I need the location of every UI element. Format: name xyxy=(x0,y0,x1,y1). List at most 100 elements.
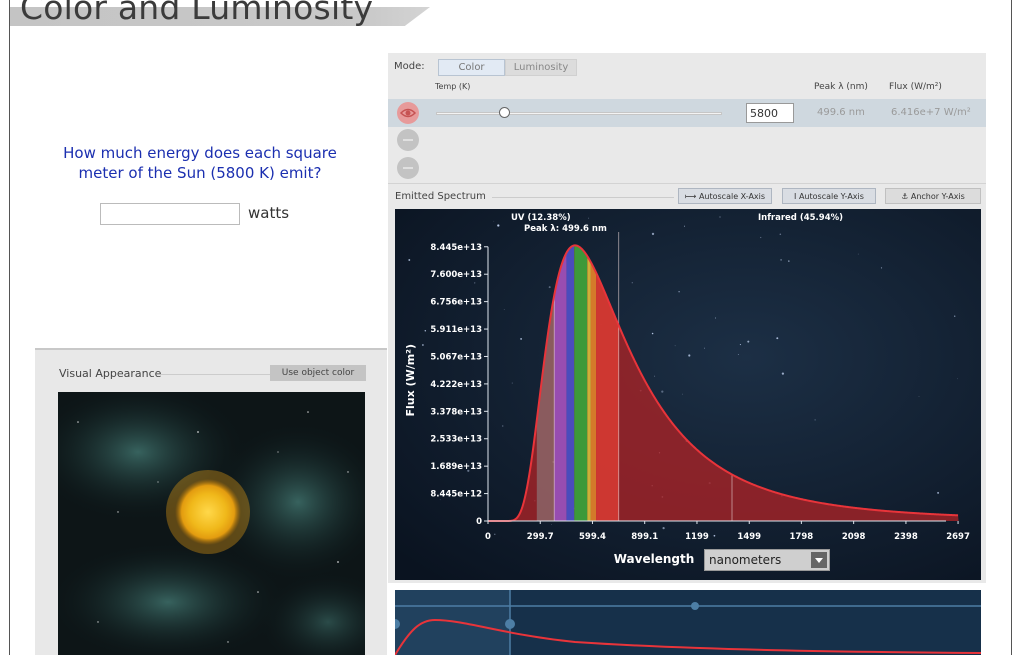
visibility-toggle[interactable] xyxy=(397,102,419,124)
answer-input[interactable] xyxy=(100,203,240,225)
background-star xyxy=(814,419,816,421)
y-tick-label: 4.222e+13 xyxy=(430,380,482,390)
background-star xyxy=(674,345,676,347)
x-tick-label: 2398 xyxy=(894,532,918,542)
autoscale-x-button[interactable]: ⟼ Autoscale X-Axis xyxy=(678,188,772,204)
answer-unit-label: watts xyxy=(248,204,290,222)
visual-appearance-panel: Visual Appearance Use object color xyxy=(35,348,387,655)
visible-band-3 xyxy=(587,256,591,521)
flux-column-header: Flux (W/m²) xyxy=(889,82,942,92)
visual-appearance-title: Visual Appearance xyxy=(59,367,162,380)
background-star xyxy=(520,337,523,340)
background-star xyxy=(497,224,500,227)
background-star xyxy=(713,534,716,537)
background-star xyxy=(548,286,551,289)
x-tick-label: 1798 xyxy=(790,532,814,542)
background-star xyxy=(502,425,504,427)
background-star xyxy=(494,533,496,535)
wavelength-unit-select[interactable]: nanometers xyxy=(704,549,830,571)
background-star xyxy=(704,347,705,349)
visible-band-1 xyxy=(566,245,575,522)
eye-icon xyxy=(399,108,417,118)
background-star xyxy=(857,253,859,255)
mode-luminosity-button[interactable]: Luminosity xyxy=(505,59,577,76)
star-visualization xyxy=(58,392,365,655)
spectrum-chart[interactable]: 0 8.445e+12 1.689e+13 2.533e+13 3.378e+13 4.2… xyxy=(395,209,981,580)
star-row: 499.6 nm 6.416e+7 W/m² xyxy=(388,99,986,127)
temp-column-header: Temp (K) xyxy=(435,82,471,91)
y-tick-label: 3.378e+13 xyxy=(430,407,482,417)
background-star xyxy=(503,308,505,310)
y-tick-label: 8.445e+12 xyxy=(430,490,482,500)
y-tick-label: 0 xyxy=(476,517,482,527)
overview-handle[interactable] xyxy=(691,602,699,610)
background-star xyxy=(760,236,762,239)
background-star xyxy=(511,382,513,384)
unit-select-value: nanometers xyxy=(709,553,782,567)
y-axis-title: Flux (W/m²) xyxy=(404,344,417,417)
background-star xyxy=(631,282,633,284)
divider xyxy=(492,197,674,198)
background-star xyxy=(719,216,721,218)
background-star xyxy=(683,225,686,227)
background-star xyxy=(651,232,655,236)
background-star xyxy=(493,220,495,222)
background-star xyxy=(408,259,411,261)
background-star xyxy=(473,282,476,284)
question-text: How much energy does each square meter o… xyxy=(63,144,337,182)
star-sphere xyxy=(175,479,241,545)
visible-band-4 xyxy=(590,262,597,521)
y-tick-label: 5.067e+13 xyxy=(430,352,482,362)
autoscale-y-button[interactable]: Ⅰ Autoscale Y-Axis xyxy=(782,188,876,204)
minus-icon xyxy=(403,167,413,169)
spectrum-overview-chart[interactable] xyxy=(395,590,981,655)
visible-band-2 xyxy=(574,245,588,521)
anchor-y-button[interactable]: ⚓ Anchor Y-Axis xyxy=(885,188,981,204)
background-star xyxy=(715,317,717,319)
background-star xyxy=(954,315,956,317)
y-tick-label: 1.689e+13 xyxy=(430,462,482,472)
x-tick-label: 2098 xyxy=(842,532,866,542)
y-tick-label: 2.533e+13 xyxy=(430,435,482,445)
background-star xyxy=(937,491,940,494)
overview-handle[interactable] xyxy=(505,619,515,629)
temperature-input[interactable] xyxy=(746,103,794,123)
background-star xyxy=(956,378,958,380)
chevron-down-icon[interactable] xyxy=(811,552,827,568)
add-star-toggle-1[interactable] xyxy=(397,129,419,151)
background-star xyxy=(678,291,680,293)
visible-band-0 xyxy=(554,252,567,521)
y-tick-label: 6.756e+13 xyxy=(430,298,482,308)
star-controls-panel: Mode: Color Luminosity Temp (K) Peak λ (… xyxy=(388,53,986,183)
x-axis-title: Wavelength xyxy=(614,552,695,566)
title-banner: Color and Luminosity xyxy=(10,0,430,28)
x-tick-label: 599.4 xyxy=(579,532,606,542)
temperature-slider[interactable] xyxy=(436,112,722,115)
background-star xyxy=(651,332,654,335)
background-star xyxy=(779,233,782,236)
peak-column-header: Peak λ (nm) xyxy=(814,82,868,92)
background-star xyxy=(550,524,552,525)
background-star xyxy=(588,217,590,219)
page-title: Color and Luminosity xyxy=(20,0,374,27)
background-star xyxy=(737,354,739,355)
autoscale-x-label: Autoscale X-Axis xyxy=(698,191,766,201)
use-object-color-button[interactable]: Use object color xyxy=(270,365,366,381)
temperature-slider-thumb[interactable] xyxy=(499,107,510,118)
y-tick-label: 8.445e+13 xyxy=(430,243,482,253)
x-tick-label: 1199 xyxy=(685,532,709,542)
y-tick-label: 5.911e+13 xyxy=(430,325,482,335)
uv-annotation: UV (12.38%) xyxy=(511,213,571,223)
background-star xyxy=(421,344,424,346)
x-tick-label: 899.1 xyxy=(631,532,658,542)
flux-value: 6.416e+7 W/m² xyxy=(891,107,971,118)
add-star-toggle-2[interactable] xyxy=(397,157,419,179)
y-tick-label: 7.600e+13 xyxy=(430,270,482,280)
x-tick-label: 1499 xyxy=(737,532,761,542)
infrared-annotation: Infrared (45.94%) xyxy=(758,213,843,223)
horizontal-arrow-icon: ⟼ xyxy=(684,191,699,201)
background-star xyxy=(880,267,883,269)
mode-color-button[interactable]: Color xyxy=(438,59,505,76)
background-star xyxy=(747,340,750,343)
anchor-y-label: Anchor Y-Axis xyxy=(910,191,965,201)
